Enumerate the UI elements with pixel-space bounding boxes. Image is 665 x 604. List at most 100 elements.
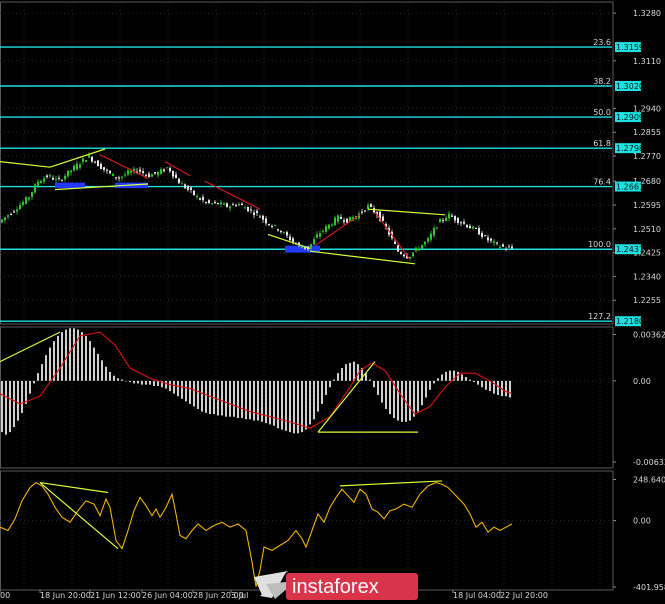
fib-level-label: 50.0 bbox=[593, 108, 611, 117]
candle-body bbox=[448, 213, 450, 219]
macd-bar bbox=[85, 335, 87, 381]
macd-bar bbox=[293, 380, 295, 434]
macd-bar bbox=[13, 380, 15, 427]
candle-body bbox=[442, 220, 444, 222]
highlight-zone bbox=[55, 182, 85, 189]
candle-body bbox=[244, 207, 246, 209]
candle-body bbox=[97, 160, 99, 167]
macd-bar bbox=[317, 380, 319, 412]
macd-bar bbox=[65, 329, 67, 381]
macd-bar bbox=[205, 380, 207, 413]
macd-bar bbox=[49, 347, 51, 381]
macd-bar bbox=[73, 328, 75, 381]
macd-bar bbox=[33, 380, 35, 384]
macd-bar bbox=[209, 380, 211, 415]
macd-bar bbox=[29, 380, 31, 394]
time-tick-label: 3 Jul bbox=[231, 591, 248, 600]
fib-level-label: 127.2 bbox=[588, 312, 611, 321]
candle-body bbox=[454, 215, 456, 221]
price-tick-label: 1.2855 bbox=[633, 128, 661, 137]
candle-body bbox=[142, 171, 144, 174]
candle-body bbox=[79, 164, 81, 168]
candle-body bbox=[184, 184, 186, 189]
candle-body bbox=[100, 163, 102, 170]
candle-body bbox=[187, 185, 189, 190]
fib-price-label: 1.2798 bbox=[616, 144, 644, 153]
fib-price-label: 1.3159 bbox=[616, 43, 644, 52]
macd-bar bbox=[449, 370, 451, 381]
candle-body bbox=[73, 165, 75, 171]
macd-bar bbox=[473, 380, 475, 383]
macd-bar bbox=[229, 380, 231, 417]
candle-body bbox=[487, 237, 489, 241]
time-tick-label: 22 Jul 20:00 bbox=[500, 591, 548, 600]
candle-body bbox=[46, 175, 48, 178]
candle-body bbox=[43, 178, 45, 182]
macd-bar bbox=[285, 380, 287, 431]
fib-price-label: 1.3020 bbox=[616, 82, 644, 91]
candle-body bbox=[436, 227, 438, 229]
candle-body bbox=[67, 170, 69, 177]
fib-level-label: 38.2 bbox=[593, 77, 611, 86]
macd-bar bbox=[173, 380, 175, 394]
candle-body bbox=[64, 175, 66, 180]
macd-bar bbox=[37, 373, 39, 381]
candle-body bbox=[205, 201, 207, 203]
macd-bar bbox=[417, 380, 419, 412]
macd-bar bbox=[489, 380, 491, 392]
fib-price-label: 1.2661 bbox=[616, 183, 644, 192]
macd-bar bbox=[245, 380, 247, 420]
macd-bar bbox=[385, 380, 387, 410]
price-tick-label: 1.2340 bbox=[633, 272, 661, 281]
candle-body bbox=[121, 176, 123, 178]
candle-body bbox=[430, 233, 432, 240]
time-tick-label: 18 Jun 20:00 bbox=[40, 591, 91, 600]
candle-body bbox=[427, 238, 429, 242]
macd-bar bbox=[469, 379, 471, 381]
price-tick-label: 1.2510 bbox=[633, 225, 661, 234]
candle-body bbox=[7, 215, 9, 217]
macd-bar bbox=[349, 362, 351, 381]
macd-bar bbox=[117, 378, 119, 381]
macd-bar bbox=[189, 380, 191, 404]
candle-body bbox=[265, 218, 267, 224]
candle-body bbox=[433, 228, 435, 236]
candle-body bbox=[478, 228, 480, 235]
macd-bar bbox=[341, 368, 343, 381]
macd-bar bbox=[309, 380, 311, 425]
candle-body bbox=[502, 244, 504, 247]
candle-body bbox=[58, 177, 60, 179]
macd-bar bbox=[61, 332, 63, 381]
macd-bar bbox=[389, 380, 391, 415]
candle-body bbox=[106, 169, 108, 171]
fib-price-label: 1.2909 bbox=[616, 113, 644, 122]
candle-body bbox=[151, 174, 153, 177]
macd-bar bbox=[377, 380, 379, 395]
macd-bar bbox=[273, 380, 275, 426]
candle-body bbox=[220, 202, 222, 205]
candle-body bbox=[463, 221, 465, 224]
candle-body bbox=[25, 197, 27, 204]
candle-body bbox=[325, 226, 327, 232]
candle-body bbox=[469, 225, 471, 229]
candle-body bbox=[367, 205, 369, 209]
macd-bar bbox=[57, 335, 59, 381]
macd-bar bbox=[249, 380, 251, 420]
candle-body bbox=[13, 211, 15, 213]
candle-body bbox=[139, 169, 141, 172]
candle-body bbox=[349, 216, 351, 222]
price-tick-label: 1.2770 bbox=[633, 152, 661, 161]
candle-body bbox=[424, 241, 426, 245]
macd-bar bbox=[461, 374, 463, 381]
fib-price-label: 1.2437 bbox=[616, 245, 644, 254]
macd-bar bbox=[305, 380, 307, 430]
candle-body bbox=[157, 172, 159, 176]
candle-body bbox=[328, 224, 330, 229]
candle-body bbox=[340, 216, 342, 219]
macd-bar bbox=[369, 379, 371, 381]
candle-body bbox=[88, 155, 90, 158]
candle-body bbox=[415, 247, 417, 251]
watermark-brand: instaforex bbox=[292, 576, 379, 598]
macd-bar bbox=[401, 380, 403, 422]
macd-bar bbox=[121, 379, 123, 381]
